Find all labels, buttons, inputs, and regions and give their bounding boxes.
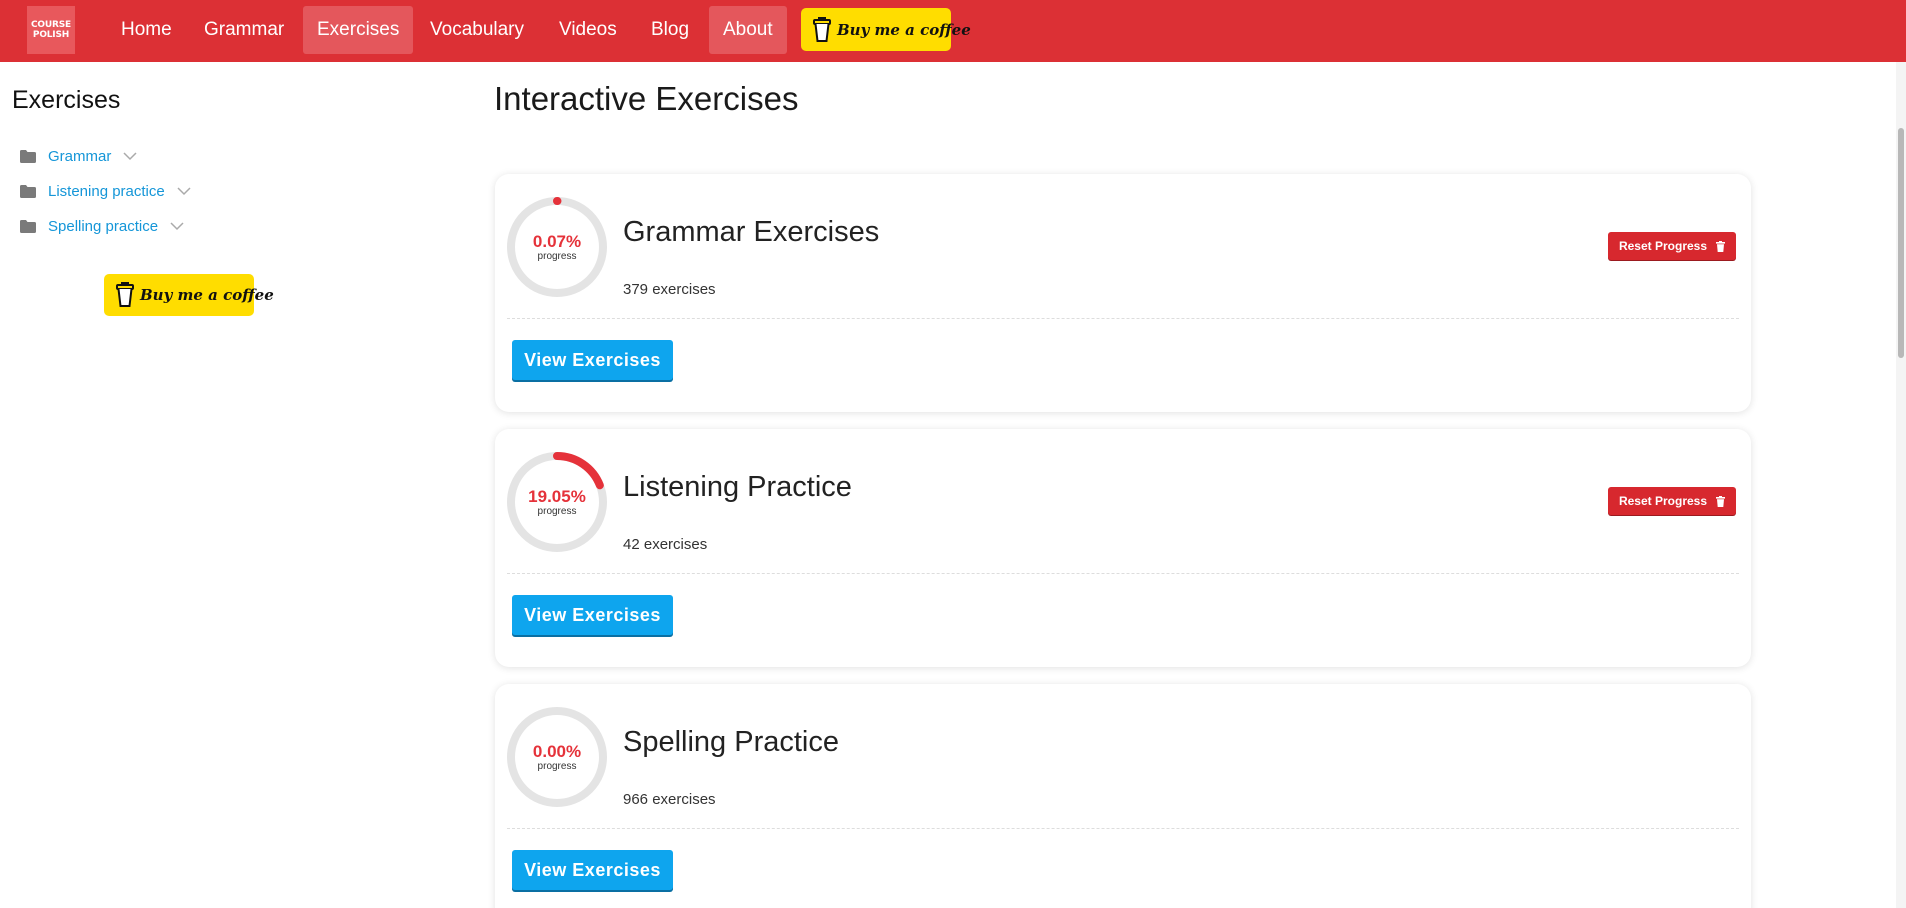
card-divider	[507, 318, 1739, 319]
progress-label: progress	[537, 505, 577, 517]
logo-line-1: COURSE	[31, 20, 71, 30]
coffee-cup-icon	[116, 282, 134, 307]
nav-grammar[interactable]: Grammar	[190, 6, 298, 54]
exercise-count: 966 exercises	[623, 791, 716, 808]
chevron-down-icon[interactable]	[170, 221, 184, 231]
progress-label: progress	[537, 250, 577, 262]
reset-progress-label: Reset Progress	[1618, 494, 1708, 508]
top-navbar: COURSE POLISH Home Grammar Exercises Voc…	[0, 0, 1906, 62]
folder-icon	[20, 219, 36, 233]
card-divider	[507, 573, 1739, 574]
folder-icon	[20, 184, 36, 198]
card-title: Grammar Exercises	[623, 216, 880, 248]
sidebar-item-label: Spelling practice	[48, 217, 159, 235]
nav-home[interactable]: Home	[107, 6, 186, 54]
sidebar-item-listening[interactable]: Listening practice	[20, 180, 191, 202]
sidebar-item-label: Listening practice	[48, 182, 165, 200]
card-title: Listening Practice	[623, 471, 852, 503]
progress-percent: 0.00%	[532, 741, 582, 761]
nav-videos[interactable]: Videos	[545, 6, 631, 54]
chevron-down-icon[interactable]	[123, 151, 137, 161]
sidebar-item-spelling[interactable]: Spelling practice	[20, 215, 184, 237]
exercise-card-grammar: 0.07% progress Grammar Exercises 379 exe…	[495, 174, 1751, 412]
card-title: Spelling Practice	[623, 726, 839, 758]
nav-vocabulary[interactable]: Vocabulary	[416, 6, 538, 54]
view-exercises-button[interactable]: View Exercises	[512, 340, 673, 380]
coffee-cup-icon	[813, 16, 831, 42]
chevron-down-icon[interactable]	[177, 186, 191, 196]
page-scrollbar[interactable]	[1896, 62, 1906, 908]
sidebar-buy-coffee-button[interactable]: Buy me a coffee	[104, 274, 274, 316]
reset-progress-button[interactable]: Reset Progress	[1608, 232, 1736, 260]
sidebar-title: Exercises	[12, 86, 121, 114]
logo-line-2: POLISH	[32, 30, 70, 40]
progress-percent: 19.05%	[528, 486, 586, 506]
progress-percent: 0.07%	[532, 231, 582, 251]
page-title: Interactive Exercises	[494, 80, 799, 117]
exercise-card-spelling: 0.00% progress Spelling Practice 966 exe…	[495, 684, 1751, 908]
progress-readout: 0.07% progress	[506, 196, 608, 298]
exercise-card-listening: 19.05% progress Listening Practice 42 ex…	[495, 429, 1751, 667]
progress-readout: 19.05% progress	[506, 451, 608, 553]
reset-progress-label: Reset Progress	[1618, 239, 1708, 253]
site-logo[interactable]: COURSE POLISH	[27, 6, 75, 54]
reset-progress-button[interactable]: Reset Progress	[1608, 487, 1736, 515]
sidebar-item-label: Grammar	[48, 147, 112, 165]
buy-coffee-button[interactable]: Buy me a coffee	[801, 8, 971, 51]
view-exercises-button[interactable]: View Exercises	[512, 595, 673, 635]
view-exercises-button[interactable]: View Exercises	[512, 850, 673, 890]
nav-about[interactable]: About	[709, 6, 787, 54]
scrollbar-thumb[interactable]	[1898, 128, 1904, 358]
nav-exercises[interactable]: Exercises	[303, 6, 414, 54]
sidebar-item-grammar[interactable]: Grammar	[20, 145, 137, 167]
exercise-count: 379 exercises	[623, 281, 716, 298]
folder-icon	[20, 149, 36, 163]
progress-label: progress	[537, 760, 577, 772]
nav-blog[interactable]: Blog	[637, 6, 703, 54]
buy-coffee-label: Buy me a coffee	[140, 286, 274, 304]
trash-icon	[1716, 240, 1726, 252]
card-divider	[507, 828, 1739, 829]
trash-icon	[1716, 495, 1726, 507]
buy-coffee-label: Buy me a coffee	[837, 20, 971, 39]
exercise-count: 42 exercises	[623, 536, 708, 553]
progress-readout: 0.00% progress	[506, 706, 608, 808]
